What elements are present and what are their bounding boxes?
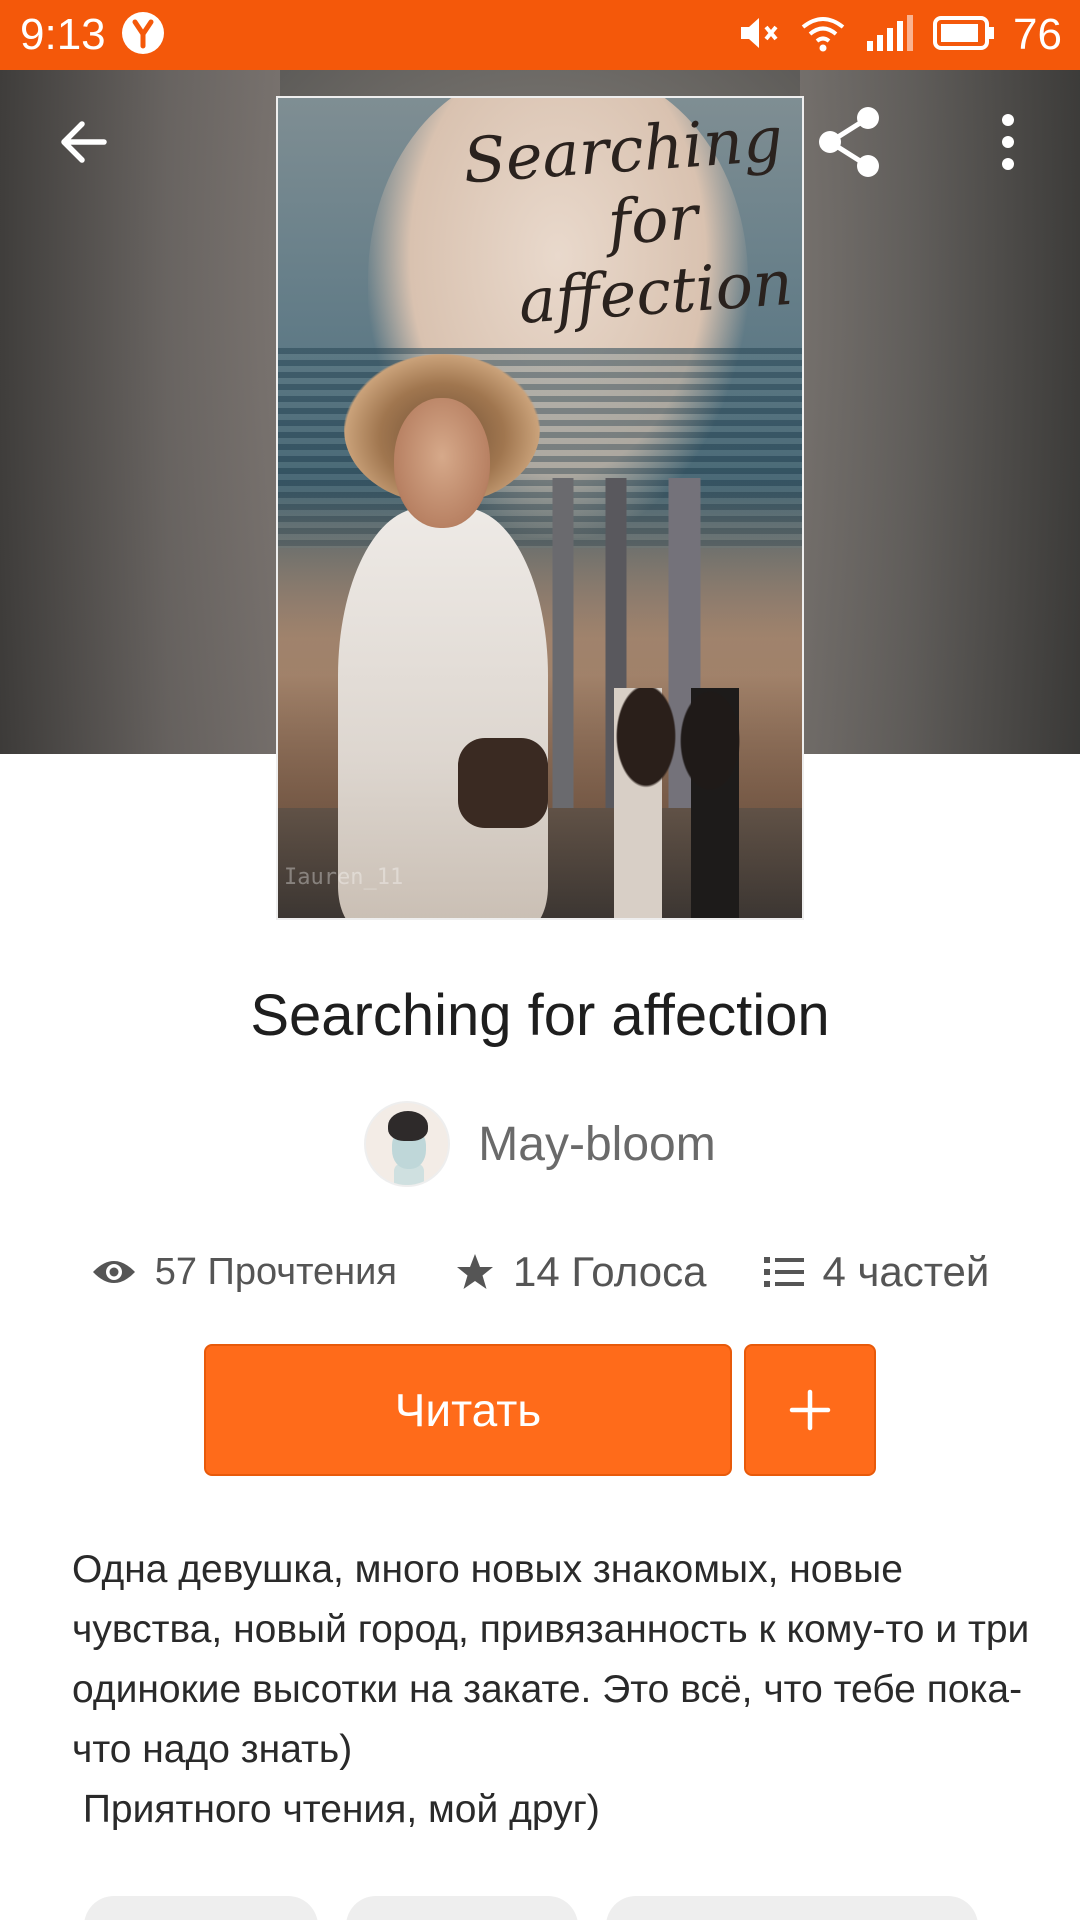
cover-title: Searching for affection — [460, 102, 796, 338]
cover-watermark: Iauren_11 — [284, 865, 404, 890]
parts-count: 4 частей — [822, 1248, 990, 1295]
tag-chip[interactable] — [84, 1896, 318, 1920]
status-icons: 76 — [737, 6, 1062, 64]
battery-icon — [933, 15, 995, 55]
tag-chip[interactable] — [346, 1896, 578, 1920]
reads-stat: 57 Прочтения — [91, 1251, 397, 1294]
share-button[interactable] — [808, 100, 892, 184]
share-icon — [819, 107, 879, 177]
mute-icon — [737, 13, 781, 57]
list-icon — [764, 1257, 805, 1287]
status-time: 9:13 — [20, 10, 106, 59]
back-button[interactable] — [42, 100, 126, 184]
status-bar: 9:13 76 — [0, 0, 1080, 70]
plus-icon — [789, 1389, 831, 1431]
arrow-left-icon — [61, 121, 107, 163]
story-cover[interactable]: Searching for affection Iauren_11 — [276, 96, 804, 920]
battery-level: 76 — [1013, 10, 1062, 59]
eye-icon — [92, 1261, 135, 1283]
votes-count: 14 Голоса — [512, 1248, 707, 1295]
votes-stat: 14 Голоса — [455, 1248, 706, 1296]
author-avatar[interactable] — [364, 1101, 451, 1187]
tag-chip[interactable] — [606, 1896, 978, 1920]
wifi-icon — [799, 13, 847, 57]
signal-icon — [865, 13, 915, 57]
read-button[interactable]: Читать — [204, 1344, 732, 1476]
parts-stat[interactable]: 4 частей — [764, 1248, 989, 1296]
tag-list — [84, 1896, 1080, 1920]
more-vertical-icon — [1002, 114, 1014, 170]
star-icon — [456, 1254, 493, 1289]
reads-count: 57 Прочтения — [154, 1250, 397, 1293]
author-name[interactable]: May-bloom — [478, 1117, 715, 1172]
story-stats: 57 Прочтения 14 Голоса 4 частей — [0, 1240, 1080, 1304]
story-title: Searching for affection — [250, 983, 830, 1048]
add-to-library-button[interactable] — [744, 1344, 876, 1476]
more-options-button[interactable] — [966, 100, 1050, 184]
story-description: Одна девушка, много новых знакомых, новы… — [72, 1548, 1030, 1831]
yandex-icon — [122, 12, 164, 54]
author-row[interactable]: May-bloom — [0, 1098, 1080, 1190]
